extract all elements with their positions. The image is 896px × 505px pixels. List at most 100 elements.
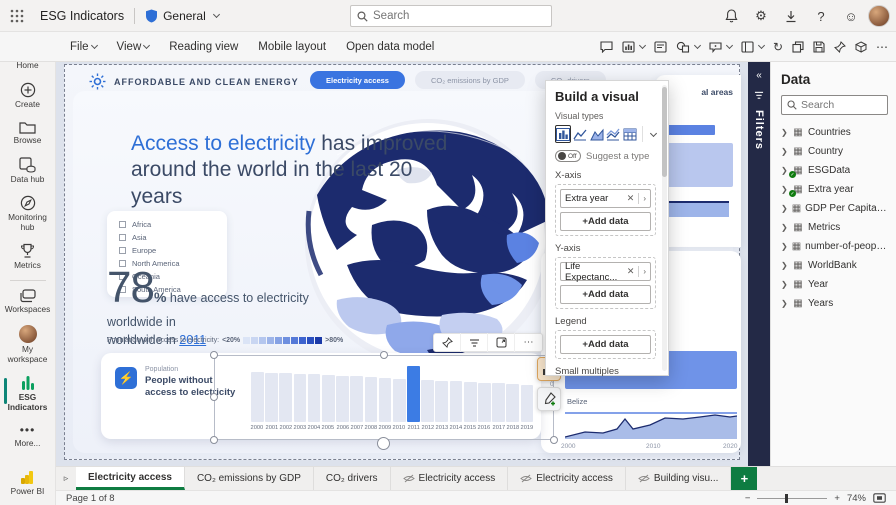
- menu-mobile-layout[interactable]: Mobile layout: [258, 41, 326, 53]
- bar-column[interactable]: 2004: [307, 361, 321, 431]
- tab-electricity-access-hidden[interactable]: Electricity access: [391, 467, 509, 490]
- data-search-input[interactable]: [801, 99, 881, 111]
- resize-handle[interactable]: [210, 436, 218, 444]
- pin-visual-icon[interactable]: [434, 333, 461, 352]
- field-extra-year[interactable]: Extra year ✕ ›: [560, 189, 651, 208]
- resize-handle[interactable]: [210, 351, 218, 359]
- format-visual-button[interactable]: [537, 387, 561, 411]
- report-canvas[interactable]: AFFORDABLE AND CLEAN ENERGY Electricity …: [56, 62, 771, 466]
- sidebar-item-esg-indicators[interactable]: ESG Indicators: [2, 370, 54, 418]
- more-visual-types-chevron[interactable]: [642, 126, 658, 142]
- zoom-slider[interactable]: [757, 493, 828, 503]
- environment-selector[interactable]: General: [145, 9, 220, 23]
- bar[interactable]: [364, 377, 378, 422]
- sidebar-item-create[interactable]: Create: [2, 77, 54, 116]
- add-data-button[interactable]: +Add data: [560, 212, 651, 231]
- region-checkbox-item[interactable]: Europe: [119, 244, 227, 256]
- visual-type-line-chart[interactable]: [573, 125, 588, 143]
- zoom-out-button[interactable]: −: [745, 493, 751, 504]
- visual-type-area-chart[interactable]: [589, 125, 605, 143]
- sidebar-item-metrics[interactable]: Metrics: [2, 238, 54, 277]
- tab-electricity-access[interactable]: Electricity access: [76, 467, 185, 490]
- focus-mode-icon[interactable]: [488, 333, 515, 352]
- bar-column[interactable]: 2019: [520, 361, 534, 431]
- add-data-button[interactable]: +Add data: [560, 285, 651, 304]
- suggest-type-toggle[interactable]: Off: [555, 150, 581, 162]
- new-page-button[interactable]: +: [731, 467, 758, 490]
- waffle-menu-icon[interactable]: [0, 9, 34, 23]
- bar-column[interactable]: 2005: [321, 361, 335, 431]
- bar-column[interactable]: 2014: [449, 361, 463, 431]
- tab-building-visual[interactable]: Building visu...: [626, 467, 732, 490]
- data-table-esgdata[interactable]: ❯ ▦ ✓ ESGData: [781, 161, 888, 180]
- bar[interactable]: [251, 372, 264, 422]
- filters-pane-collapsed[interactable]: « Filters: [748, 62, 770, 466]
- bar[interactable]: [435, 381, 449, 422]
- more-options-icon[interactable]: ⋯: [515, 333, 542, 352]
- population-chart-visual[interactable]: ⚡ Population People without access to el…: [101, 353, 541, 439]
- remove-field-icon[interactable]: ✕: [627, 266, 635, 277]
- field-options-chevron[interactable]: ›: [643, 267, 646, 276]
- data-table-worldbank[interactable]: ❯ ▦ WorldBank: [781, 256, 888, 275]
- sidebar-item-data-hub[interactable]: Data hub: [2, 152, 54, 191]
- sidebar-item-more[interactable]: ••• More...: [2, 418, 54, 455]
- menu-reading-view[interactable]: Reading view: [169, 41, 238, 53]
- pin-icon[interactable]: [834, 40, 846, 53]
- checkbox-icon[interactable]: [119, 246, 126, 254]
- bar[interactable]: [492, 383, 505, 422]
- data-table-year[interactable]: ❯ ▦ Year: [781, 275, 888, 294]
- bar-column[interactable]: 2008: [364, 361, 378, 431]
- zoom-slider-thumb[interactable]: [785, 493, 789, 503]
- bar[interactable]: [421, 380, 434, 422]
- bar[interactable]: [449, 381, 463, 422]
- data-table-metrics[interactable]: ❯ ▦ Metrics: [781, 218, 888, 237]
- data-table-country[interactable]: ❯ ▦ Country: [781, 142, 888, 161]
- data-table-years[interactable]: ❯ ▦ Years: [781, 294, 888, 313]
- bar[interactable]: [307, 374, 321, 422]
- bar-column[interactable]: 2003: [293, 361, 307, 431]
- save-icon[interactable]: [813, 40, 825, 53]
- bar[interactable]: [336, 376, 349, 422]
- sidebar-item-power-bi[interactable]: Power BI: [2, 465, 54, 503]
- bar[interactable]: [463, 382, 477, 422]
- power-bi-apps-icon[interactable]: [855, 40, 867, 53]
- region-checkbox-item[interactable]: Africa: [119, 218, 227, 230]
- bar-column[interactable]: 2000: [251, 361, 264, 431]
- bar[interactable]: [520, 385, 534, 422]
- tab-electricity-access-hidden-2[interactable]: Electricity access: [508, 467, 626, 490]
- bar-column[interactable]: 2012: [421, 361, 434, 431]
- bar-column[interactable]: 2010: [392, 361, 406, 431]
- data-search[interactable]: [781, 95, 888, 115]
- help-icon[interactable]: ?: [808, 3, 834, 29]
- expand-pane-icon[interactable]: «: [756, 70, 762, 81]
- sidebar-item-monitoring-hub[interactable]: Monitoring hub: [2, 190, 54, 238]
- global-search[interactable]: [350, 5, 552, 27]
- checkbox-icon[interactable]: [119, 220, 126, 228]
- field-life-expectancy[interactable]: Life Expectanc... ✕ ›: [560, 261, 651, 283]
- bar[interactable]: [350, 376, 363, 422]
- download-icon[interactable]: [778, 3, 804, 29]
- add-data-button[interactable]: +Add data: [560, 335, 651, 354]
- menu-open-data-model[interactable]: Open data model: [346, 41, 434, 53]
- data-table-number-of-people[interactable]: ❯▦number-of-people-with...: [781, 237, 888, 256]
- pill-co2-emissions[interactable]: CO₂ emissions by GDP: [414, 71, 525, 89]
- checkbox-icon[interactable]: [119, 233, 126, 241]
- more-options-icon[interactable]: ⋯: [876, 40, 888, 54]
- filters-applied-icon[interactable]: [461, 333, 488, 352]
- bar[interactable]: [293, 374, 307, 422]
- bar[interactable]: [279, 373, 293, 422]
- bar[interactable]: [506, 384, 520, 422]
- scrollbar-thumb[interactable]: [662, 87, 667, 177]
- zoom-in-button[interactable]: +: [834, 493, 840, 504]
- text-box-icon[interactable]: [654, 40, 667, 53]
- data-table-gdp-co2[interactable]: ❯▦GDP Per Capita vs CO2 ...: [781, 199, 888, 218]
- bar-column[interactable]: 2017: [492, 361, 505, 431]
- bar-column[interactable]: 2002: [279, 361, 293, 431]
- comment-icon[interactable]: [600, 40, 613, 53]
- bar-column[interactable]: 2009: [378, 361, 392, 431]
- buttons-icon[interactable]: [709, 41, 733, 53]
- resize-handle[interactable]: [380, 351, 388, 359]
- search-input[interactable]: [373, 10, 533, 22]
- feedback-smiley-icon[interactable]: ☺: [838, 3, 864, 29]
- bar[interactable]: [378, 378, 392, 422]
